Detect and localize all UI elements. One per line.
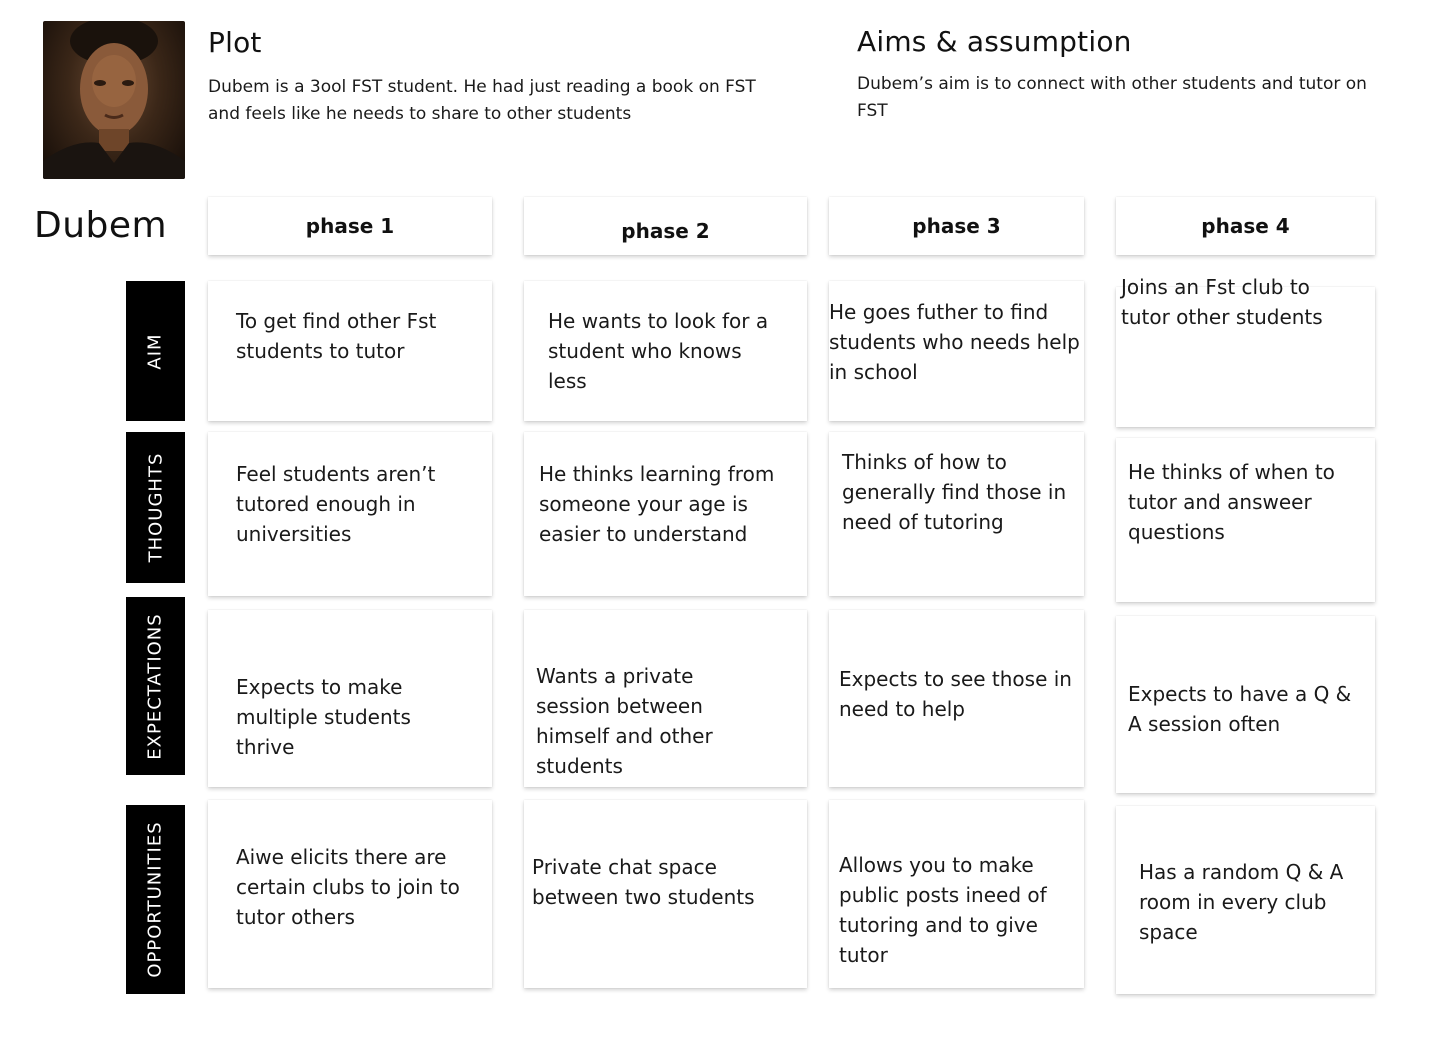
cell-text: Allows you to make public posts ineed of… <box>839 853 1047 967</box>
row-label-text: OPPORTUNITIES <box>145 821 167 978</box>
cell-thoughts-phase-2: He thinks learning from someone your age… <box>524 432 807 596</box>
phase-header-2: phase 2 <box>524 197 807 255</box>
person-portrait-icon <box>43 21 185 179</box>
cell-text: Joins an Fst club to tutor other student… <box>1121 275 1323 329</box>
persona-name: Dubem <box>34 205 168 246</box>
cell-text: Expects to make multiple students thrive <box>236 675 411 759</box>
row-label-text: THOUGHTS <box>145 452 166 563</box>
row-label-aim: AIM <box>126 281 185 421</box>
aims-title: Aims & assumption <box>857 25 1132 58</box>
cell-expectations-phase-2: Wants a private session between himself … <box>524 610 807 787</box>
persona-avatar <box>43 21 185 179</box>
cell-text: Wants a private session between himself … <box>536 664 713 778</box>
phase-header-1: phase 1 <box>208 197 492 255</box>
phase-label: phase 2 <box>621 219 710 243</box>
cell-text: Aiwe elicits there are certain clubs to … <box>236 845 460 929</box>
cell-text: Private chat space between two students <box>532 855 755 909</box>
cell-thoughts-phase-4: He thinks of when to tutor and answeer q… <box>1116 438 1375 602</box>
row-label-thoughts: THOUGHTS <box>126 432 185 583</box>
cell-opportunities-phase-4: Has a random Q & A room in every club sp… <box>1116 806 1375 994</box>
cell-text: To get find other Fst students to tutor <box>236 309 437 363</box>
row-label-text: AIM <box>145 332 166 370</box>
cell-thoughts-phase-1: Feel students aren’t tutored enough in u… <box>208 432 492 596</box>
cell-expectations-phase-3: Expects to see those in need to help <box>829 610 1084 787</box>
row-label-opportunities: OPPORTUNITIES <box>126 805 185 994</box>
phase-header-4: phase 4 <box>1116 197 1375 255</box>
cell-text: He goes futher to find students who need… <box>829 300 1080 384</box>
cell-aim-phase-4: Joins an Fst club to tutor other student… <box>1116 275 1375 427</box>
row-label-text: EXPECTATIONS <box>145 612 167 760</box>
cell-text: He thinks learning from someone your age… <box>539 462 775 546</box>
cell-text: He wants to look for a student who knows… <box>548 309 769 393</box>
cell-opportunities-phase-2: Private chat space between two students <box>524 800 807 988</box>
cell-expectations-phase-4: Expects to have a Q & A session often <box>1116 616 1375 793</box>
phase-label: phase 1 <box>305 214 395 238</box>
phase-label: phase 4 <box>1201 214 1290 238</box>
cell-expectations-phase-1: Expects to make multiple students thrive <box>208 610 492 787</box>
plot-text: Dubem is a 3ool FST student. He had just… <box>208 77 756 124</box>
cell-text: Feel students aren’t tutored enough in u… <box>236 462 436 546</box>
cell-text: Has a random Q & A room in every club sp… <box>1139 860 1344 944</box>
cell-opportunities-phase-1: Aiwe elicits there are certain clubs to … <box>208 800 492 988</box>
cell-text: Expects to have a Q & A session often <box>1128 682 1352 736</box>
cell-aim-phase-3: He goes futher to find students who need… <box>829 281 1084 421</box>
phase-header-3: phase 3 <box>829 197 1084 255</box>
phase-label: phase 3 <box>912 214 1001 238</box>
aims-text: Dubem’s aim is to connect with other stu… <box>857 74 1367 121</box>
plot-title: Plot <box>208 26 262 59</box>
cell-opportunities-phase-3: Allows you to make public posts ineed of… <box>829 800 1084 988</box>
cell-text: Thinks of how to generally find those in… <box>842 450 1067 534</box>
cell-aim-phase-2: He wants to look for a student who knows… <box>524 281 807 421</box>
cell-thoughts-phase-3: Thinks of how to generally find those in… <box>829 432 1084 596</box>
cell-text: Expects to see those in need to help <box>839 667 1072 721</box>
cell-text: He thinks of when to tutor and answeer q… <box>1128 460 1335 544</box>
cell-aim-phase-1: To get find other Fst students to tutor <box>208 281 492 421</box>
row-label-expectations: EXPECTATIONS <box>126 597 185 775</box>
